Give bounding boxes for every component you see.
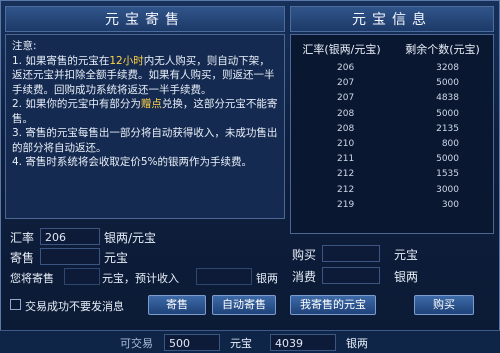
row-rate: 207 (337, 78, 355, 89)
row-remain: 5000 (436, 78, 459, 89)
col-remain-header: 剩余个数(元宝) (405, 43, 480, 56)
info-panel-title: 元宝信息 (290, 6, 494, 32)
row-rate: 219 (337, 199, 355, 210)
row-remain: 3000 (436, 184, 459, 195)
price-list-row[interactable]: 208 5000 (291, 107, 493, 122)
notice-item-4: 4. 寄售时系统将会收取定价5%的银两作为手续费。 (12, 156, 253, 168)
notice-item-3: 3. 寄售的元宝每售出一部分将自动获得收入，未成功售出的部分将自动返还。 (12, 127, 278, 154)
hint-label-unit: 银两 (256, 272, 278, 285)
price-list-row[interactable]: 211 5000 (291, 152, 493, 167)
rate-unit: 银两/元宝 (104, 231, 157, 245)
rate-field[interactable]: 206 (40, 228, 100, 245)
row-rate: 212 (337, 184, 355, 195)
row-rate: 211 (337, 154, 355, 165)
price-list-rows: 206 3208 207 5000 207 4838 208 5000 208 2135 210 80… (291, 61, 493, 213)
price-list-row[interactable]: 210 800 (291, 137, 493, 152)
tradable-value: 500 (164, 334, 220, 351)
buy-amount-input[interactable] (322, 245, 380, 262)
tradable-unit: 元宝 (230, 337, 252, 350)
row-rate: 208 (337, 108, 355, 119)
notice-item-1: 1. 如果寄售的元宝在12小时内无人购买，则自动下架，返还元宝并扣除全额手续费。… (12, 54, 275, 96)
cost-unit: 银两 (394, 270, 419, 284)
rate-label: 汇率 (10, 231, 35, 245)
price-list-row[interactable]: 206 3208 (291, 61, 493, 76)
price-list-row[interactable]: 207 4838 (291, 91, 493, 106)
row-remain: 1535 (436, 169, 459, 180)
row-rate: 212 (337, 169, 355, 180)
row-remain: 800 (441, 138, 459, 149)
price-list-row[interactable]: 212 1535 (291, 167, 493, 182)
row-remain: 5000 (436, 108, 459, 119)
hint-label-pre: 您将寄售 (10, 272, 54, 285)
row-remain: 5000 (436, 154, 459, 165)
amount-unit: 元宝 (104, 251, 129, 265)
cost-label: 消费 (292, 270, 317, 284)
tradable-label: 可交易 (120, 337, 153, 350)
price-list-header: 汇率(银两/元宝) 剩余个数(元宝) (291, 35, 493, 61)
notice-heading: 注意: (12, 40, 37, 52)
buy-label: 购买 (292, 248, 317, 262)
no-message-label: 交易成功不要发消息 (25, 300, 124, 313)
silver-value: 4039 (270, 334, 336, 351)
buy-button[interactable]: 购买 (414, 295, 474, 315)
notice-box: 注意: 1. 如果寄售的元宝在12小时内无人购买，则自动下架，返还元宝并扣除全额… (5, 34, 285, 219)
row-remain: 300 (441, 199, 459, 210)
price-list: 汇率(银两/元宝) 剩余个数(元宝) 206 3208 207 5000 207 4838… (290, 34, 494, 234)
cost-field (322, 267, 380, 284)
my-consigned-button[interactable]: 我寄售的元宝 (290, 295, 376, 315)
row-remain: 2135 (436, 123, 459, 134)
price-list-row[interactable]: 219 300 (291, 198, 493, 213)
hint-consign-amount (64, 268, 100, 285)
consign-button[interactable]: 寄售 (148, 295, 206, 315)
consign-amount-input[interactable] (40, 248, 100, 265)
auto-consign-button[interactable]: 自动寄售 (212, 295, 276, 315)
row-remain: 4838 (436, 93, 459, 104)
hint-expected-income (196, 268, 252, 285)
price-list-row[interactable]: 208 2135 (291, 122, 493, 137)
notice-item-2: 2. 如果你的元宝中有部分为赠点兑换，这部分元宝不能寄售。 (12, 98, 278, 125)
row-remain: 3208 (436, 63, 459, 73)
row-rate: 207 (337, 93, 355, 104)
price-list-row[interactable]: 212 3000 (291, 183, 493, 198)
col-rate-header: 汇率(银两/元宝) (302, 43, 381, 56)
consign-panel-title: 元宝寄售 (5, 6, 285, 32)
buy-unit: 元宝 (394, 248, 419, 262)
price-list-row[interactable]: 207 5000 (291, 76, 493, 91)
no-message-checkbox[interactable] (10, 299, 21, 310)
highlight-12-hours: 12小时 (109, 54, 144, 67)
hint-label-mid: 元宝，预计收入 (102, 272, 179, 285)
row-rate: 206 (337, 63, 355, 73)
amount-label: 寄售 (10, 251, 35, 265)
row-rate: 210 (337, 138, 355, 149)
row-rate: 208 (337, 123, 355, 134)
silver-unit: 银两 (346, 337, 368, 350)
highlight-bonus-points: 赠点 (140, 98, 162, 110)
